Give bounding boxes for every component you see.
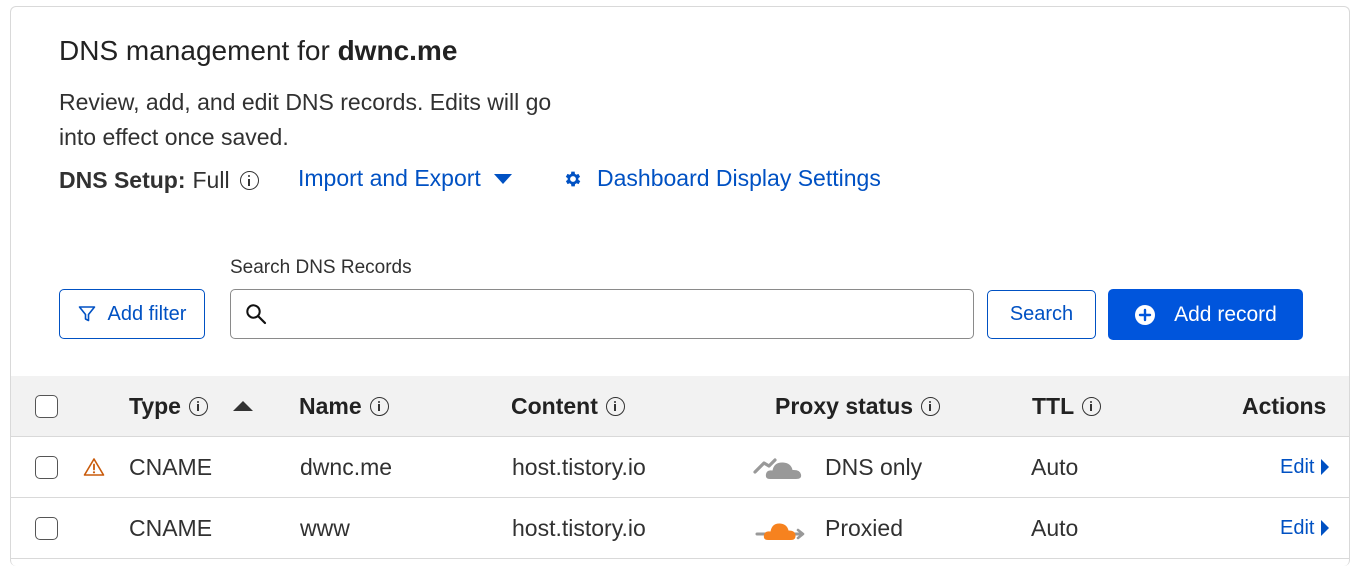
- table-row: CNAME dwnc.me host.tistory.io DNS only A…: [11, 437, 1349, 498]
- dns-setup: DNS Setup: Full: [59, 167, 259, 194]
- column-ttl-label: TTL: [1032, 392, 1075, 419]
- dns-setup-value: Full: [192, 167, 230, 193]
- add-filter-button[interactable]: Add filter: [59, 289, 205, 339]
- info-icon[interactable]: [369, 396, 389, 416]
- column-content[interactable]: Content: [511, 376, 625, 436]
- caret-down-icon: [493, 173, 512, 184]
- dashboard-display-settings-label: Dashboard Display Settings: [597, 165, 881, 191]
- table-row: CNAME www host.tistory.io Proxied Auto E…: [11, 498, 1349, 559]
- proxy-status-label: Proxied: [825, 514, 903, 541]
- page-title: DNS management for dwnc.me: [59, 35, 457, 67]
- page-description: Review, add, and edit DNS records. Edits…: [59, 89, 552, 150]
- column-content-label: Content: [511, 392, 598, 419]
- caret-right-icon: [1321, 459, 1330, 475]
- edit-link[interactable]: Edit: [1280, 437, 1330, 497]
- sort-ascending-icon[interactable]: [232, 400, 254, 412]
- table-header: Type Name Content Proxy status TTL Actio…: [11, 376, 1349, 437]
- row-checkbox-cell: [35, 498, 58, 558]
- import-export-label: Import and Export: [298, 165, 481, 191]
- info-icon[interactable]: [605, 396, 625, 416]
- info-icon[interactable]: [239, 171, 259, 190]
- record-type: CNAME: [129, 453, 213, 480]
- dns-records-table: Type Name Content Proxy status TTL Actio…: [11, 376, 1349, 559]
- add-record-label: Add record: [1174, 302, 1277, 326]
- record-content: host.tistory.io: [512, 514, 646, 541]
- import-export-dropdown[interactable]: Import and Export: [298, 165, 513, 192]
- info-icon[interactable]: [1082, 396, 1102, 416]
- record-content: host.tistory.io: [512, 453, 646, 480]
- warning-cell: [83, 437, 105, 497]
- record-name: www: [300, 514, 350, 541]
- search-label: Search DNS Records: [230, 257, 412, 278]
- grey-cloud-icon: [753, 458, 802, 479]
- column-ttl[interactable]: TTL: [1032, 376, 1102, 436]
- add-record-button[interactable]: Add record: [1108, 289, 1303, 340]
- row-checkbox-cell: [35, 437, 58, 497]
- proxy-status-label: DNS only: [825, 453, 923, 480]
- record-ttl: Auto: [1031, 514, 1079, 541]
- warning-icon[interactable]: [83, 457, 105, 477]
- column-proxy-status-label: Proxy status: [775, 392, 914, 419]
- column-name[interactable]: Name: [299, 376, 389, 436]
- proxy-status-cell: Proxied: [753, 498, 903, 558]
- proxy-status-cell: DNS only: [753, 437, 922, 497]
- column-actions: Actions: [1242, 392, 1327, 419]
- search-input[interactable]: [277, 302, 973, 326]
- info-icon[interactable]: [188, 396, 208, 416]
- orange-cloud-icon: [755, 523, 805, 540]
- record-type: CNAME: [129, 514, 213, 541]
- column-name-label: Name: [299, 392, 362, 419]
- filter-icon: [78, 306, 95, 322]
- dns-setup-label: DNS Setup:: [59, 167, 186, 193]
- zone-domain: dwnc.me: [337, 35, 458, 66]
- column-type-label: Type: [129, 392, 181, 419]
- row-checkbox[interactable]: [35, 516, 58, 540]
- add-filter-label: Add filter: [107, 302, 187, 325]
- record-name: dwnc.me: [300, 453, 393, 480]
- select-all-cell: [35, 376, 58, 436]
- dns-management-card: DNS management for dwnc.me Review, add, …: [10, 6, 1350, 566]
- info-icon[interactable]: [921, 396, 941, 416]
- search-icon: [246, 304, 267, 325]
- page-title-prefix: DNS management for: [59, 35, 338, 66]
- row-checkbox[interactable]: [35, 455, 58, 479]
- gear-icon: [565, 171, 581, 186]
- dashboard-display-settings-link[interactable]: Dashboard Display Settings: [563, 165, 881, 192]
- search-button[interactable]: Search: [987, 290, 1096, 339]
- caret-right-icon: [1321, 520, 1330, 536]
- search-field[interactable]: [230, 289, 974, 339]
- column-type[interactable]: Type: [129, 376, 254, 436]
- edit-label: Edit: [1280, 455, 1315, 478]
- edit-label: Edit: [1280, 516, 1315, 539]
- select-all-checkbox[interactable]: [35, 394, 58, 418]
- plus-circle-icon: [1135, 304, 1156, 325]
- record-ttl: Auto: [1031, 453, 1079, 480]
- column-proxy-status[interactable]: Proxy status: [775, 376, 941, 436]
- edit-link[interactable]: Edit: [1280, 498, 1330, 558]
